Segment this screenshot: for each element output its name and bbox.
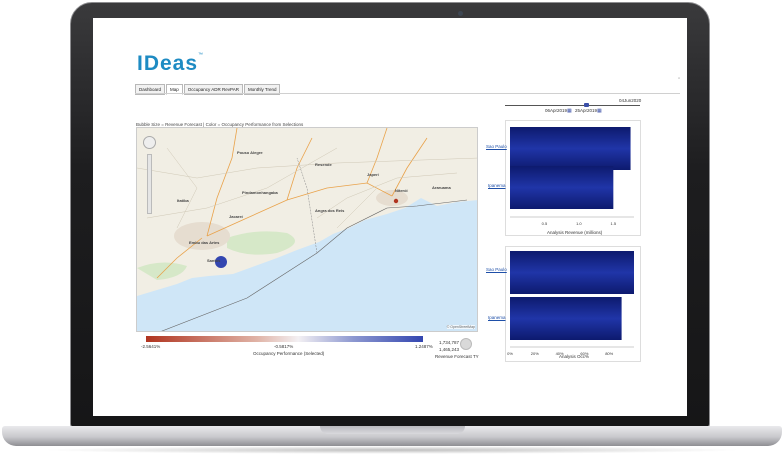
laptop-shadow <box>40 446 744 454</box>
x-tick-label: 0% <box>507 351 513 356</box>
occupancy-chart-panel: 0% 20% 40% 60% 80% <box>505 246 641 362</box>
map-label: Santos <box>207 258 221 263</box>
ideas-logo: IDeas™ <box>137 52 204 76</box>
size-legend-values: 1,734,787 1,465,243 <box>439 339 459 353</box>
category-label-ipanema[interactable]: Ipanema <box>488 315 506 320</box>
calendar-icon[interactable]: ▦ <box>597 108 602 114</box>
bar-sao-paulo[interactable] <box>510 127 631 170</box>
legend-min-label: -2.5641% <box>141 344 161 349</box>
logo-trademark: ™ <box>198 52 205 58</box>
start-date-field[interactable]: 06Apr2019▦ <box>545 108 572 114</box>
x-tick-label: 1.5 <box>611 221 617 226</box>
occupancy-color-legend <box>146 336 423 342</box>
bar-ipanema[interactable] <box>510 166 614 209</box>
x-tick-label: 20% <box>531 351 539 356</box>
land-area <box>137 128 477 296</box>
map-label: Pouso Alegre <box>237 150 263 155</box>
revenue-axis-title: Analysis Revenue (millions) <box>547 230 603 235</box>
window-icon[interactable]: ▫ <box>678 76 680 82</box>
map-label: Itatiba <box>177 198 189 203</box>
legend-max-label: 1.2487% <box>415 344 433 349</box>
category-label-sao-paulo[interactable]: Sao Paulo <box>486 267 507 272</box>
map-label: Angra dos Reis <box>315 208 345 213</box>
occupancy-axis-title: Analysis Occ% <box>559 354 590 359</box>
bar-ipanema[interactable] <box>510 297 622 340</box>
size-legend-circle <box>460 338 472 350</box>
occupancy-bar-chart: 0% 20% 40% 60% 80% <box>507 251 634 356</box>
x-tick-label: 80% <box>605 351 613 356</box>
tab-divider <box>135 93 680 94</box>
max-date-label: 04Jun2020 <box>619 98 642 103</box>
category-label-sao-paulo[interactable]: Sao Paulo <box>486 144 507 149</box>
map-zoom-slider[interactable] <box>147 154 152 214</box>
revenue-bar-chart: 0.5 1.0 1.5 <box>510 127 634 226</box>
x-tick-label: 0.5 <box>542 221 548 226</box>
end-date-field[interactable]: 25Apr2019▦ <box>575 108 602 114</box>
size-legend-max: 1,734,787 <box>439 340 460 345</box>
app-screen: IDeas™ ▫ Dashboard Map Occupancy ADR Rev… <box>93 18 687 416</box>
map-attribution[interactable]: © OpenStreetMap <box>446 325 475 329</box>
start-date-value: 06Apr2019 <box>545 108 568 113</box>
laptop-base <box>2 426 782 446</box>
revenue-chart-panel: 0.5 1.0 1.5 <box>505 120 641 236</box>
map-view[interactable]: Pouso Alegre Resende Pindamonhangaba Nit… <box>136 127 478 332</box>
map-label: Niterói <box>395 188 408 193</box>
map-label: Japeri <box>367 172 379 177</box>
logo-text: IDeas <box>137 52 199 75</box>
calendar-icon[interactable]: ▦ <box>567 108 572 114</box>
urban-area <box>174 222 230 250</box>
category-label-ipanema[interactable]: Ipanema <box>488 183 506 188</box>
bar-sao-paulo[interactable] <box>510 251 634 294</box>
color-legend-title: Occupancy Performance (Selected) <box>253 351 325 356</box>
x-tick-label: 1.0 <box>576 221 582 226</box>
map-pan-control[interactable] <box>143 136 156 149</box>
legend-mid-label: -0.5817% <box>274 344 294 349</box>
map-label: Jacareí <box>229 214 243 219</box>
map-label: Embu das Artes <box>189 240 220 245</box>
map-canvas[interactable] <box>137 128 478 332</box>
ipanema-bubble[interactable] <box>393 198 399 204</box>
map-label: Araruama <box>432 185 451 190</box>
size-legend-min: 1,465,243 <box>439 347 460 352</box>
camera-icon <box>458 11 463 16</box>
size-legend-title: Revenue Forecast TY <box>435 354 479 359</box>
date-range-slider[interactable] <box>505 105 640 106</box>
map-label: Resende <box>315 162 332 167</box>
map-label: Pindamonhangaba <box>242 190 278 195</box>
laptop-notch <box>320 426 465 434</box>
end-date-value: 25Apr2019 <box>575 108 598 113</box>
date-slider-handle[interactable] <box>584 103 589 107</box>
